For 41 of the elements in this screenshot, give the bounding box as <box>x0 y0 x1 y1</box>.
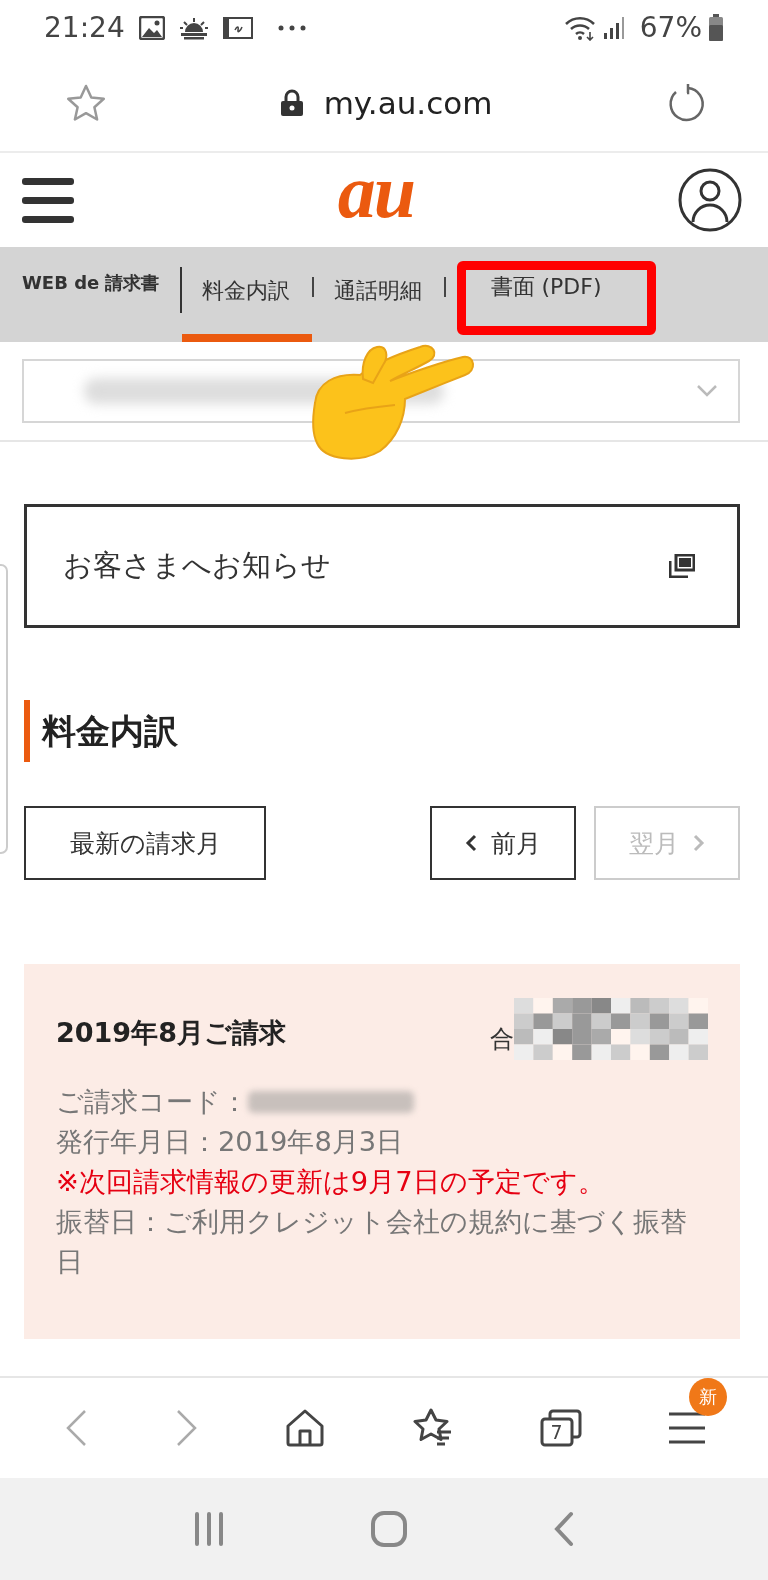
more-notifications-icon <box>276 23 307 32</box>
bill-title: 2019年8月ご請求 <box>56 1016 286 1050</box>
forward-icon[interactable] <box>174 1408 199 1448</box>
update-notice-text: ※次回請求情報の更新は9月7日の予定です。 <box>56 1165 605 1199</box>
total-label: 合 <box>490 1024 514 1055</box>
month-button[interactable]: 最新の請求月 <box>24 806 266 880</box>
chevron-right-icon <box>693 834 705 852</box>
account-select[interactable] <box>22 359 740 423</box>
lock-icon <box>279 89 304 117</box>
recent-apps-icon[interactable] <box>192 1512 225 1546</box>
nav-tab[interactable]: 通話明細 <box>313 247 444 342</box>
reload-icon[interactable] <box>666 83 706 123</box>
back-button-icon[interactable] <box>553 1511 576 1547</box>
sunrise-icon <box>178 15 209 40</box>
chevron-down-icon <box>696 384 718 398</box>
month-button[interactable]: 前月 <box>430 806 576 880</box>
home-icon[interactable] <box>285 1409 324 1447</box>
notice-link[interactable]: お客さまへお知らせ <box>24 504 740 628</box>
bill-code-label: ご請求コード： <box>56 1085 248 1119</box>
external-window-icon <box>669 554 695 578</box>
account-icon[interactable] <box>678 168 742 232</box>
bill-info-text: 発行年月日：2019年8月3日 <box>56 1125 404 1159</box>
nav-tab[interactable]: 書面 (PDF) <box>470 247 624 342</box>
image-icon <box>138 15 165 40</box>
status-time: 21:24 <box>44 11 125 44</box>
app-notification-icon <box>222 14 253 41</box>
home-button-icon[interactable] <box>370 1510 408 1548</box>
battery-percentage: 67% <box>639 11 702 44</box>
bookmarks-icon[interactable] <box>410 1408 453 1448</box>
au-logo[interactable]: au <box>337 153 415 229</box>
section-heading: 料金内訳 <box>24 700 768 762</box>
nav-tab[interactable]: 料金内訳 <box>181 247 312 342</box>
address-bar-url[interactable]: my.au.com <box>323 85 493 121</box>
bill-info-text: 振替日：ご利用クレジット会社の規約に基づく振替日 <box>56 1205 688 1279</box>
menu-icon[interactable] <box>668 1412 705 1444</box>
new-badge: 新 <box>688 1378 727 1416</box>
signal-icon <box>601 15 626 40</box>
battery-icon <box>708 13 724 42</box>
chevron-left-icon <box>465 834 477 852</box>
bookmark-star-icon[interactable] <box>66 84 106 122</box>
section-title: WEB de 請求書 <box>22 271 161 295</box>
